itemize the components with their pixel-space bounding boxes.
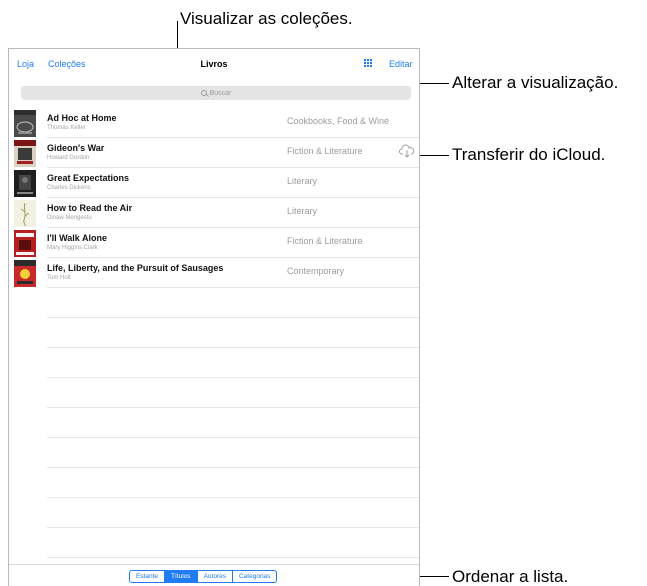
callout-collections: Visualizar as coleções.: [180, 9, 353, 28]
list-item[interactable]: Gideon's War Howard Gordon Fiction & Lit…: [9, 138, 419, 168]
book-author: Howard Gordon: [47, 155, 90, 161]
empty-row-separator: [47, 347, 419, 348]
empty-row-separator: [47, 377, 419, 378]
empty-row-separator: [47, 527, 419, 528]
book-title: Ad Hoc at Home: [47, 113, 117, 123]
list-item[interactable]: I'll Walk Alone Mary Higgins Clark Ficti…: [9, 228, 419, 258]
callout-line-icloud: [416, 155, 449, 156]
book-title: Gideon's War: [47, 143, 105, 153]
sort-segmented-control: Estante Títulos Autores Categorias: [129, 570, 278, 583]
sort-tab-titles[interactable]: Títulos: [164, 571, 197, 582]
sort-tab-shelf[interactable]: Estante: [130, 571, 164, 582]
edit-button[interactable]: Editar: [389, 59, 413, 69]
book-cover: [14, 260, 36, 287]
toolbar-divider: [9, 564, 419, 565]
empty-row-separator: [47, 557, 419, 558]
grid-icon[interactable]: [364, 59, 374, 69]
book-title: I'll Walk Alone: [47, 233, 107, 243]
sort-tab-authors[interactable]: Autores: [196, 571, 232, 582]
book-cover: [14, 170, 36, 197]
book-category: Literary: [287, 176, 318, 186]
navigation-bar: Loja Coleções Livros Editar: [9, 49, 419, 81]
list-item[interactable]: Life, Liberty, and the Pursuit of Sausag…: [9, 258, 419, 288]
book-cover: [14, 200, 36, 227]
book-category: Contemporary: [287, 266, 345, 276]
book-category: Literary: [287, 206, 318, 216]
callout-sort: Ordenar a lista.: [452, 567, 569, 586]
book-category: Cookbooks, Food & Wine: [287, 116, 390, 126]
search-icon: [200, 90, 207, 96]
ibooks-screen: Loja Coleções Livros Editar Buscar Ad Ho…: [8, 48, 420, 586]
book-cover: [14, 140, 36, 167]
list-item[interactable]: Great Expectations Charles Dickens Liter…: [9, 168, 419, 198]
empty-row-separator: [47, 467, 419, 468]
empty-row-separator: [47, 497, 419, 498]
book-author: Mary Higgins Clark: [47, 245, 98, 251]
list-item[interactable]: How to Read the Air Dinaw Mengestu Liter…: [9, 198, 419, 228]
empty-row-separator: [47, 437, 419, 438]
book-category: Fiction & Literature: [287, 236, 363, 246]
book-author: Charles Dickens: [47, 185, 91, 191]
book-author: Tom Holt: [47, 275, 71, 281]
book-title: Great Expectations: [47, 173, 130, 183]
list-item[interactable]: Ad Hoc at Home Thomas Keller Cookbooks, …: [9, 108, 419, 138]
search-placeholder: Buscar: [209, 89, 232, 97]
icloud-download-icon[interactable]: [399, 144, 415, 158]
empty-row-separator: [47, 317, 419, 318]
book-cover: [14, 110, 36, 137]
empty-row-separator: [47, 407, 419, 408]
search-field[interactable]: Buscar: [21, 86, 411, 100]
book-cover: [14, 230, 36, 257]
callout-icloud: Transferir do iCloud.: [452, 145, 606, 164]
book-category: Fiction & Literature: [287, 146, 363, 156]
book-title: How to Read the Air: [47, 203, 133, 213]
book-author: Thomas Keller: [47, 125, 86, 131]
page-title[interactable]: Livros: [9, 59, 419, 69]
book-author: Dinaw Mengestu: [47, 215, 92, 221]
callout-view: Alterar a visualização.: [452, 73, 619, 92]
book-title: Life, Liberty, and the Pursuit of Sausag…: [47, 263, 224, 273]
sort-tab-categories[interactable]: Categorias: [231, 571, 276, 582]
